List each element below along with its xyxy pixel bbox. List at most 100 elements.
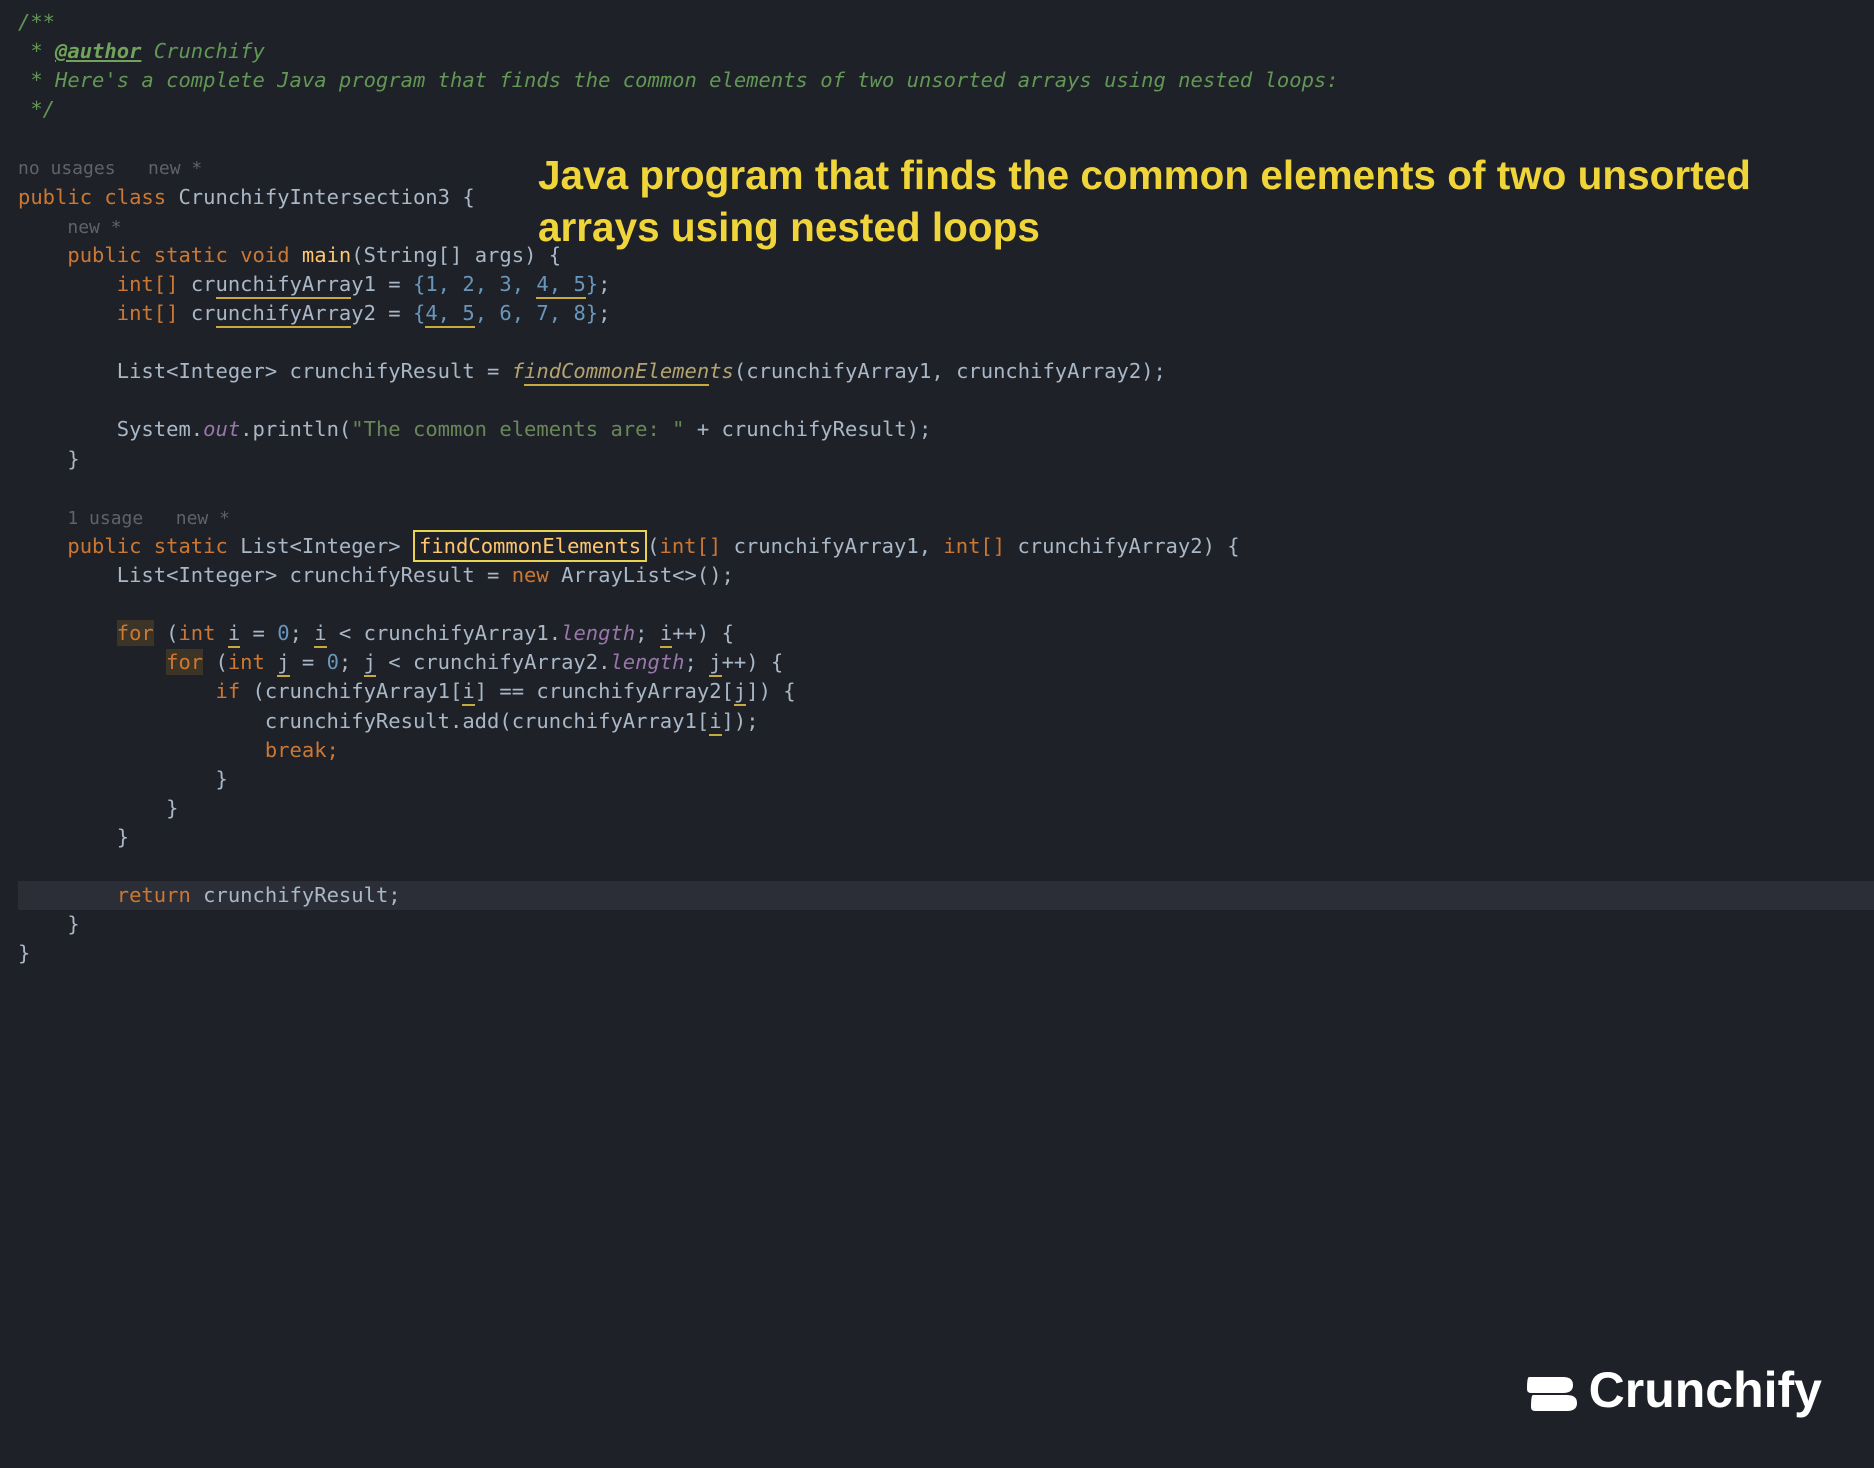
- hint-method: 1 usage new *: [67, 508, 230, 529]
- code-line: [18, 852, 1874, 881]
- var-result: crunchifyResult: [722, 417, 907, 441]
- call-findcommon: findCommonElements: [512, 359, 734, 386]
- var-arr2: crunchifyArray2: [413, 650, 598, 674]
- param-arr1: crunchifyArray1: [734, 534, 919, 558]
- var-j: j: [364, 650, 376, 677]
- type-list-integer: List<Integer>: [117, 359, 277, 383]
- param-arr2: crunchifyArray2: [1017, 534, 1202, 558]
- code-line[interactable]: for (int j = 0; j < crunchifyArray2.leng…: [18, 648, 1874, 677]
- method-println: println: [253, 417, 339, 441]
- code-line[interactable]: if (crunchifyArray1[i] == crunchifyArray…: [18, 677, 1874, 706]
- array2-values: {4, 5, 6, 7, 8}: [413, 301, 598, 328]
- code-line[interactable]: for (int i = 0; i < crunchifyArray1.leng…: [18, 619, 1874, 648]
- code-line[interactable]: }: [18, 445, 1874, 474]
- doc-author-name: Crunchify: [141, 39, 264, 63]
- code-line[interactable]: }: [18, 794, 1874, 823]
- code-line[interactable]: }: [18, 910, 1874, 939]
- kw-class: class: [104, 185, 166, 209]
- code-line-highlighted[interactable]: return crunchifyResult;: [18, 881, 1874, 910]
- var-arr1: crunchifyArray1: [512, 709, 697, 733]
- var-i: i: [709, 709, 721, 736]
- doc-open: /**: [18, 10, 55, 34]
- num-zero: 0: [327, 650, 339, 674]
- crunchify-icon: [1523, 1363, 1579, 1419]
- kw-break: break;: [265, 738, 339, 762]
- doc-close: */: [18, 97, 55, 121]
- brace-close: }: [215, 767, 227, 791]
- var-arr1: crunchifyArray1: [191, 272, 376, 299]
- code-line[interactable]: break;: [18, 736, 1874, 765]
- var-i: i: [228, 621, 240, 648]
- crunchify-logo-text: Crunchify: [1589, 1355, 1822, 1426]
- brace-close: }: [117, 825, 129, 849]
- code-line[interactable]: * @author Crunchify: [18, 37, 1874, 66]
- kw-public: public: [67, 534, 141, 558]
- kw-void: void: [240, 243, 289, 267]
- code-line: [18, 590, 1874, 619]
- code-line[interactable]: crunchifyResult.add(crunchifyArray1[i]);: [18, 707, 1874, 736]
- array1-values: {1, 2, 3, 4, 5}: [413, 272, 598, 299]
- code-line[interactable]: System.out.println("The common elements …: [18, 415, 1874, 444]
- field-length: length: [561, 621, 635, 645]
- main-args: String[] args: [364, 243, 524, 267]
- kw-intarr: int[]: [117, 272, 179, 296]
- class-name: CrunchifyIntersection3: [178, 185, 450, 209]
- code-line[interactable]: public static List<Integer> findCommonEl…: [18, 532, 1874, 561]
- kw-public: public: [18, 185, 92, 209]
- var-i: i: [660, 621, 672, 648]
- code-line[interactable]: }: [18, 765, 1874, 794]
- code-line: [18, 386, 1874, 415]
- brace-close: }: [67, 447, 79, 471]
- code-line[interactable]: */: [18, 95, 1874, 124]
- kw-for: for: [166, 649, 203, 675]
- crunchify-logo: Crunchify: [1523, 1355, 1822, 1426]
- method-add: add: [462, 709, 499, 733]
- code-line[interactable]: }: [18, 939, 1874, 968]
- code-line: [18, 474, 1874, 503]
- inlay-hint[interactable]: 1 usage new *: [18, 503, 1874, 532]
- code-line[interactable]: List<Integer> crunchifyResult = findComm…: [18, 357, 1874, 386]
- field-length: length: [610, 650, 684, 674]
- kw-static: static: [154, 243, 228, 267]
- doc-author-tag: @author: [55, 39, 141, 63]
- code-editor[interactable]: /** * @author Crunchify * Here's a compl…: [0, 0, 1874, 969]
- kw-intarr: int[]: [117, 301, 179, 325]
- hint-class: no usages new *: [18, 158, 202, 179]
- type-list-integer: List<Integer>: [117, 563, 277, 587]
- var-j: j: [277, 650, 289, 677]
- brace-close: }: [67, 912, 79, 936]
- code-line[interactable]: int[] crunchifyArray2 = {4, 5, 6, 7, 8};: [18, 299, 1874, 328]
- ret-type: List<Integer>: [240, 534, 400, 558]
- doc-desc: * Here's a complete Java program that fi…: [18, 68, 1339, 92]
- brace-close: }: [166, 796, 178, 820]
- code-line[interactable]: /**: [18, 8, 1874, 37]
- code-line: [18, 328, 1874, 357]
- var-j: j: [709, 650, 721, 677]
- kw-return: return: [117, 883, 191, 907]
- var-result: crunchifyResult: [290, 563, 475, 587]
- var-arr1: crunchifyArray1: [364, 621, 549, 645]
- code-line[interactable]: List<Integer> crunchifyResult = new Arra…: [18, 561, 1874, 590]
- var-j: j: [734, 679, 746, 706]
- kw-intarr: int[]: [660, 534, 722, 558]
- kw-intarr: int[]: [943, 534, 1005, 558]
- ctor-arraylist: ArrayList<>(): [561, 563, 721, 587]
- kw-int: int: [178, 621, 215, 645]
- kw-new: new: [512, 563, 549, 587]
- code-line[interactable]: * Here's a complete Java program that fi…: [18, 66, 1874, 95]
- kw-public: public: [67, 243, 141, 267]
- kw-if: if: [215, 679, 240, 703]
- hint-main: new *: [67, 217, 121, 238]
- arg-arr2: crunchifyArray2: [956, 359, 1141, 383]
- var-i: i: [462, 679, 474, 706]
- code-line[interactable]: }: [18, 823, 1874, 852]
- print-string: "The common elements are: ": [351, 417, 684, 441]
- kw-static: static: [154, 534, 228, 558]
- doc-author-prefix: *: [18, 39, 55, 63]
- code-line[interactable]: int[] crunchifyArray1 = {1, 2, 3, 4, 5};: [18, 270, 1874, 299]
- var-arr2: crunchifyArray2: [191, 301, 376, 328]
- var-arr2: crunchifyArray2: [536, 679, 721, 703]
- main-method: main: [302, 243, 351, 267]
- heading-overlay: Java program that finds the common eleme…: [538, 150, 1758, 254]
- brace-open: {: [450, 185, 475, 209]
